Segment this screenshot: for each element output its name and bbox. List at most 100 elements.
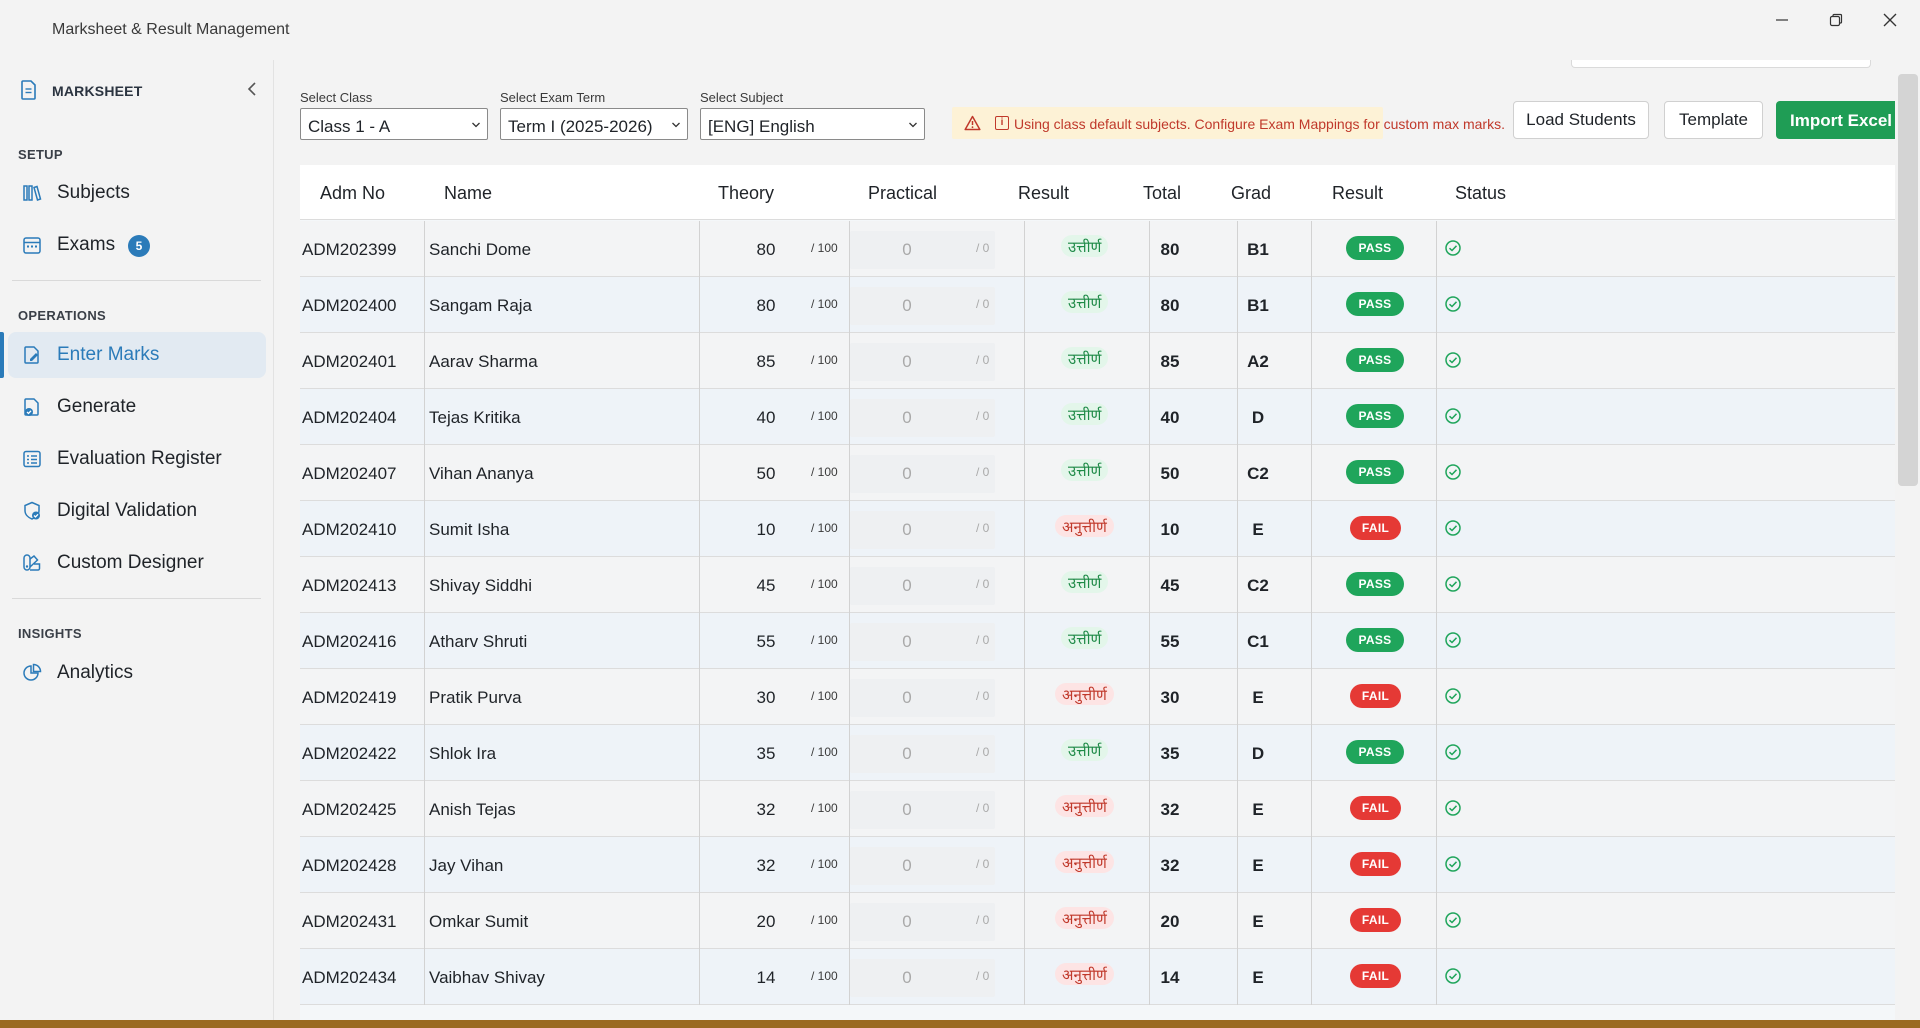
table-row[interactable]: ADM202434 Vaibhav Shivay 14 / 100 0 / 0 अनुत्त… bbox=[300, 949, 1895, 1005]
practical-marks-input[interactable] bbox=[850, 791, 995, 829]
header-adm-no[interactable]: Adm No bbox=[320, 183, 385, 204]
close-button[interactable] bbox=[1863, 0, 1917, 40]
result-hindi-badge: अनुत्तीर्ण bbox=[1055, 963, 1114, 985]
table-row[interactable]: ADM202425 Anish Tejas 32/ 100 0/ 0 अनुत्तीर्… bbox=[300, 781, 1895, 837]
practical-marks-input[interactable] bbox=[850, 455, 995, 493]
column-divider bbox=[1311, 333, 1312, 389]
search-field-edge[interactable] bbox=[1571, 60, 1871, 68]
header-grade[interactable]: Grad bbox=[1231, 183, 1271, 204]
calendar-icon bbox=[23, 237, 41, 254]
sidebar-item-label: Generate bbox=[57, 396, 137, 417]
practical-marks-input[interactable] bbox=[850, 511, 995, 549]
chevron-left-icon[interactable] bbox=[244, 80, 262, 98]
sidebar-item-subjects[interactable]: Subjects bbox=[8, 170, 266, 216]
class-select-label: Select Class bbox=[300, 90, 373, 105]
sidebar-item-digital-validation[interactable]: Digital Validation bbox=[8, 488, 266, 534]
minimize-icon bbox=[1776, 19, 1788, 21]
practical-marks-input[interactable] bbox=[850, 231, 995, 269]
column-divider bbox=[1024, 893, 1025, 949]
practical-marks-input[interactable] bbox=[850, 567, 995, 605]
column-divider bbox=[1311, 613, 1312, 669]
term-select-label: Select Exam Term bbox=[500, 90, 606, 105]
sidebar-item-generate[interactable]: Generate bbox=[8, 384, 266, 430]
import-excel-button[interactable]: Import Excel bbox=[1776, 101, 1895, 139]
app-title: Marksheet & Result Management bbox=[52, 21, 290, 38]
shield-check-icon bbox=[24, 501, 40, 520]
table-row[interactable]: ADM202422 Shlok Ira 35/ 100 0/ 0 उत्तीर्ण 35 D… bbox=[300, 725, 1895, 781]
sidebar-item-custom-designer[interactable]: Custom Designer bbox=[8, 540, 266, 586]
load-students-button[interactable]: Load Students bbox=[1513, 101, 1649, 139]
column-divider bbox=[1024, 557, 1025, 613]
result-badge: FAIL bbox=[1350, 908, 1401, 932]
template-button[interactable]: Template bbox=[1664, 101, 1763, 139]
column-divider bbox=[699, 781, 700, 837]
header-status[interactable]: Status bbox=[1455, 183, 1506, 204]
restore-button[interactable] bbox=[1809, 0, 1863, 40]
sidebar-item-exams[interactable]: Exams 5 bbox=[8, 222, 266, 268]
bottom-status-strip bbox=[0, 1020, 1920, 1028]
restore-icon bbox=[1829, 13, 1843, 27]
table-row[interactable]: ADM202399 Sanchi Dome 80/ 100 0/ 0 उत्तीर्ण 8… bbox=[300, 221, 1895, 277]
column-divider bbox=[1311, 837, 1312, 893]
practical-marks-input[interactable] bbox=[850, 399, 995, 437]
subject-select-value: [ENG] English bbox=[708, 117, 815, 136]
table-row[interactable]: ADM202416 Atharv Shruti 55/ 100 0/ 0 उत्तीर्… bbox=[300, 613, 1895, 669]
header-name[interactable]: Name bbox=[444, 183, 492, 204]
table-row[interactable]: ADM202404 Tejas Kritika 40/ 100 0/ 0 उत्तीर्… bbox=[300, 389, 1895, 445]
practical-marks-input[interactable] bbox=[850, 847, 995, 885]
column-divider bbox=[699, 613, 700, 669]
header-practical[interactable]: Practical bbox=[868, 183, 937, 204]
result-hindi-badge: उत्तीर्ण bbox=[1061, 627, 1109, 649]
column-divider bbox=[699, 277, 700, 333]
analytics-icon bbox=[23, 663, 42, 681]
section-setup: SETUP bbox=[18, 147, 63, 162]
practical-marks-input[interactable] bbox=[850, 959, 995, 997]
class-select[interactable]: Class 1 - A bbox=[300, 108, 488, 140]
column-divider bbox=[424, 221, 425, 277]
table-row[interactable]: ADM202413 Shivay Siddhi 45/ 100 0/ 0 उत्तीर्… bbox=[300, 557, 1895, 613]
check-circle-icon bbox=[1445, 856, 1461, 872]
table-row[interactable]: ADM202407 Vihan Ananya 50/ 100 0/ 0 उत्तीर्ण… bbox=[300, 445, 1895, 501]
sidebar-item-evaluation-register[interactable]: Evaluation Register bbox=[8, 436, 266, 482]
column-divider bbox=[424, 333, 425, 389]
column-divider bbox=[1436, 893, 1437, 949]
practical-marks-input[interactable] bbox=[850, 679, 995, 717]
column-divider bbox=[1311, 501, 1312, 557]
column-divider bbox=[1311, 725, 1312, 781]
practical-marks-input[interactable] bbox=[850, 903, 995, 941]
sidebar-item-analytics[interactable]: Analytics bbox=[8, 650, 266, 696]
info-icon: i bbox=[995, 116, 1009, 130]
table-row[interactable]: ADM202428 Jay Vihan 32/ 100 0/ 0 अनुत्तीर्ण 3… bbox=[300, 837, 1895, 893]
subject-select[interactable]: [ENG] English bbox=[700, 108, 925, 140]
table-row[interactable]: ADM202410 Sumit Isha 10/ 100 0/ 0 अनुत्तीर्ण… bbox=[300, 501, 1895, 557]
practical-marks-input[interactable] bbox=[850, 623, 995, 661]
column-divider bbox=[424, 389, 425, 445]
scrollbar-thumb[interactable] bbox=[1898, 74, 1918, 486]
column-divider bbox=[1024, 221, 1025, 277]
column-divider bbox=[1024, 781, 1025, 837]
chevron-down-icon bbox=[909, 122, 917, 128]
header-result[interactable]: Result bbox=[1332, 183, 1383, 204]
header-total[interactable]: Total bbox=[1143, 183, 1181, 204]
exam-term-select[interactable]: Term I (2025-2026) bbox=[500, 108, 688, 140]
sidebar-item-enter-marks[interactable]: Enter Marks bbox=[8, 332, 266, 378]
practical-marks-input[interactable] bbox=[850, 735, 995, 773]
column-divider bbox=[699, 389, 700, 445]
check-circle-icon bbox=[1445, 576, 1461, 592]
table-row[interactable]: ADM202419 Pratik Purva 30/ 100 0/ 0 अनुत्तीर… bbox=[300, 669, 1895, 725]
result-badge: PASS bbox=[1346, 236, 1404, 260]
practical-marks-input[interactable] bbox=[850, 287, 995, 325]
table-row[interactable]: ADM202431 Omkar Sumit 20/ 100 0/ 0 अनुत्तीर्… bbox=[300, 893, 1895, 949]
practical-marks-input[interactable] bbox=[850, 343, 995, 381]
header-result-hindi[interactable]: Result bbox=[1018, 183, 1069, 204]
minimize-button[interactable] bbox=[1755, 0, 1809, 40]
title-bar: Marksheet & Result Management bbox=[0, 0, 1920, 60]
result-badge: FAIL bbox=[1350, 684, 1401, 708]
table-row[interactable]: ADM202401 Aarav Sharma 85/ 100 0/ 0 उत्तीर्ण… bbox=[300, 333, 1895, 389]
sidebar-item-label: Analytics bbox=[57, 662, 134, 683]
column-divider bbox=[1436, 949, 1437, 1005]
practical-marks-value: 0 bbox=[902, 968, 912, 987]
theory-marks-input[interactable]: 14 bbox=[746, 968, 786, 1020]
header-theory[interactable]: Theory bbox=[718, 183, 774, 204]
table-row[interactable]: ADM202400 Sangam Raja 80/ 100 0/ 0 उत्तीर्ण 8… bbox=[300, 277, 1895, 333]
